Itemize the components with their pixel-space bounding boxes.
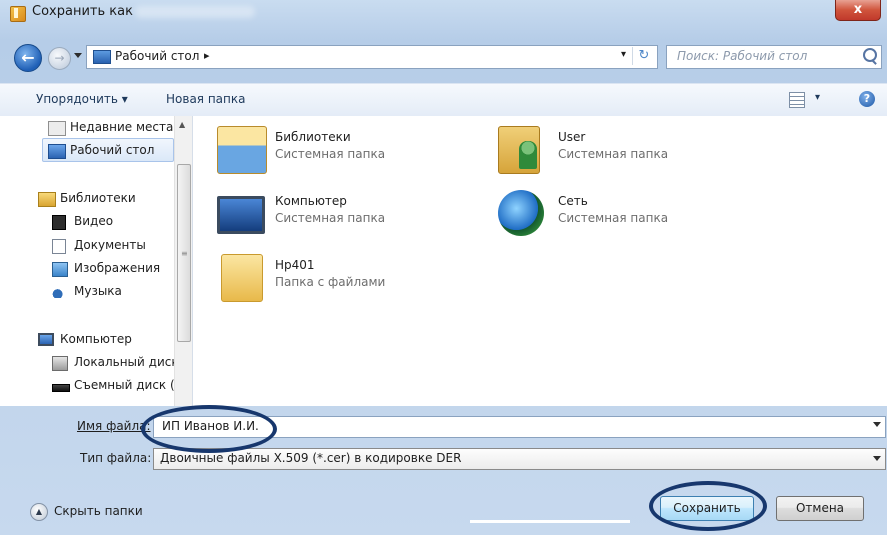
back-button[interactable]: ← <box>14 44 42 72</box>
address-text[interactable]: Рабочий стол <box>115 49 199 63</box>
file-name: Сеть <box>558 194 588 208</box>
search-input[interactable]: Поиск: Рабочий стол <box>666 45 882 69</box>
forward-button[interactable]: → <box>48 47 71 70</box>
file-item[interactable]: User Системная папка <box>498 126 758 174</box>
address-dropdown-icon[interactable]: ▾ <box>621 49 626 60</box>
sidebar-item-label: Компьютер <box>60 332 132 346</box>
filename-dropdown-icon[interactable] <box>873 422 881 427</box>
save-button[interactable]: Сохранить <box>660 496 754 521</box>
filename-value[interactable]: ИП Иванов И.И. <box>162 419 259 433</box>
removable-disk-icon <box>52 384 70 392</box>
file-type: Системная папка <box>558 147 669 161</box>
organize-button[interactable]: Упорядочить ▾ <box>36 92 128 106</box>
sidebar-item-label: Съемный диск ( <box>74 378 175 392</box>
user-folder-icon <box>498 126 540 174</box>
image-icon <box>52 262 68 277</box>
views-icon[interactable] <box>789 92 805 108</box>
desktop-icon <box>48 144 66 159</box>
views-dropdown-icon[interactable]: ▾ <box>815 92 820 103</box>
sidebar-item-label: Документы <box>74 238 146 252</box>
file-name: Библиотеки <box>275 130 351 144</box>
sidebar-item-label: Музыка <box>74 284 122 298</box>
computer-icon <box>217 196 265 234</box>
file-type: Системная папка <box>558 211 669 225</box>
filename-field[interactable]: ИП Иванов И.И. <box>153 416 886 438</box>
scroll-up-icon[interactable]: ▲ <box>179 120 185 129</box>
desktop-icon <box>93 50 111 64</box>
file-type: Папка с файлами <box>275 275 386 289</box>
command-toolbar: Упорядочить ▾ Новая папка ▾ ? <box>0 83 887 117</box>
help-icon[interactable]: ? <box>859 91 875 107</box>
sidebar-item-label: Библиотеки <box>60 191 136 205</box>
file-item[interactable]: Библиотеки Системная папка <box>217 126 477 174</box>
save-form: Имя файла: ИП Иванов И.И. Тип файла: Дво… <box>0 406 887 535</box>
file-item[interactable]: Сеть Системная папка <box>498 190 758 238</box>
filename-label: Имя файла: <box>77 419 151 433</box>
network-icon <box>498 190 544 236</box>
blurred-title-area <box>135 6 255 18</box>
library-icon <box>217 126 267 174</box>
address-bar[interactable]: Рабочий стол ▸ ▾ ↻ <box>86 45 658 69</box>
filetype-select[interactable]: Двоичные файлы X.509 (*.cer) в кодировке… <box>153 448 886 470</box>
file-name: Hp401 <box>275 258 315 272</box>
file-item[interactable]: Компьютер Системная папка <box>217 190 477 238</box>
sidebar-item-label: Рабочий стол <box>70 143 155 157</box>
window-title: Сохранить как <box>32 4 133 19</box>
file-list: Библиотеки Системная папка User Системна… <box>193 116 887 406</box>
filetype-label: Тип файла: <box>80 451 152 465</box>
recent-places-icon <box>48 121 66 136</box>
app-icon <box>10 6 26 22</box>
refresh-button[interactable]: ↻ <box>632 47 655 65</box>
title-bar: Сохранить как x <box>0 0 887 26</box>
navigation-bar: ← → Рабочий стол ▸ ▾ ↻ Поиск: Рабочий ст… <box>0 40 887 74</box>
file-type: Системная папка <box>275 147 386 161</box>
computer-icon <box>38 333 54 346</box>
sidebar-item-label: Локальный диск <box>74 355 179 369</box>
library-icon <box>38 192 56 207</box>
hide-folders-label[interactable]: Скрыть папки <box>54 504 143 518</box>
history-dropdown-icon[interactable] <box>74 53 82 58</box>
collapse-icon[interactable]: ▲ <box>30 503 48 521</box>
cancel-button[interactable]: Отмена <box>776 496 864 521</box>
scroll-thumb[interactable]: ≡ <box>177 164 191 342</box>
decorative-line <box>470 520 630 523</box>
sidebar-item-label: Изображения <box>74 261 161 275</box>
new-folder-button[interactable]: Новая папка <box>166 92 245 106</box>
filetype-value[interactable]: Двоичные файлы X.509 (*.cer) в кодировке… <box>160 451 461 465</box>
document-icon <box>52 239 66 254</box>
file-name: User <box>558 130 586 144</box>
music-icon <box>52 285 68 298</box>
navigation-pane: Недавние места Рабочий стол Библиотеки В… <box>0 116 193 406</box>
folder-icon <box>221 254 263 302</box>
file-type: Системная папка <box>275 211 386 225</box>
scroll-grip-icon: ≡ <box>181 249 188 258</box>
close-button[interactable]: x <box>835 0 881 21</box>
file-name: Компьютер <box>275 194 347 208</box>
file-item[interactable]: Hp401 Папка с файлами <box>217 254 477 302</box>
video-icon <box>52 215 66 230</box>
disk-icon <box>52 356 68 371</box>
search-placeholder: Поиск: Рабочий стол <box>677 49 808 63</box>
save-as-dialog: Сохранить как x ← → Рабочий стол ▸ ▾ ↻ П… <box>0 0 887 535</box>
search-icon[interactable] <box>863 48 877 62</box>
navigation-scrollbar[interactable]: ▲ ≡ <box>174 116 192 406</box>
sidebar-item-label: Видео <box>74 214 114 228</box>
address-chevron-icon[interactable]: ▸ <box>204 49 210 62</box>
filetype-dropdown-icon[interactable] <box>873 456 881 461</box>
sidebar-item-label: Недавние места <box>70 120 174 134</box>
